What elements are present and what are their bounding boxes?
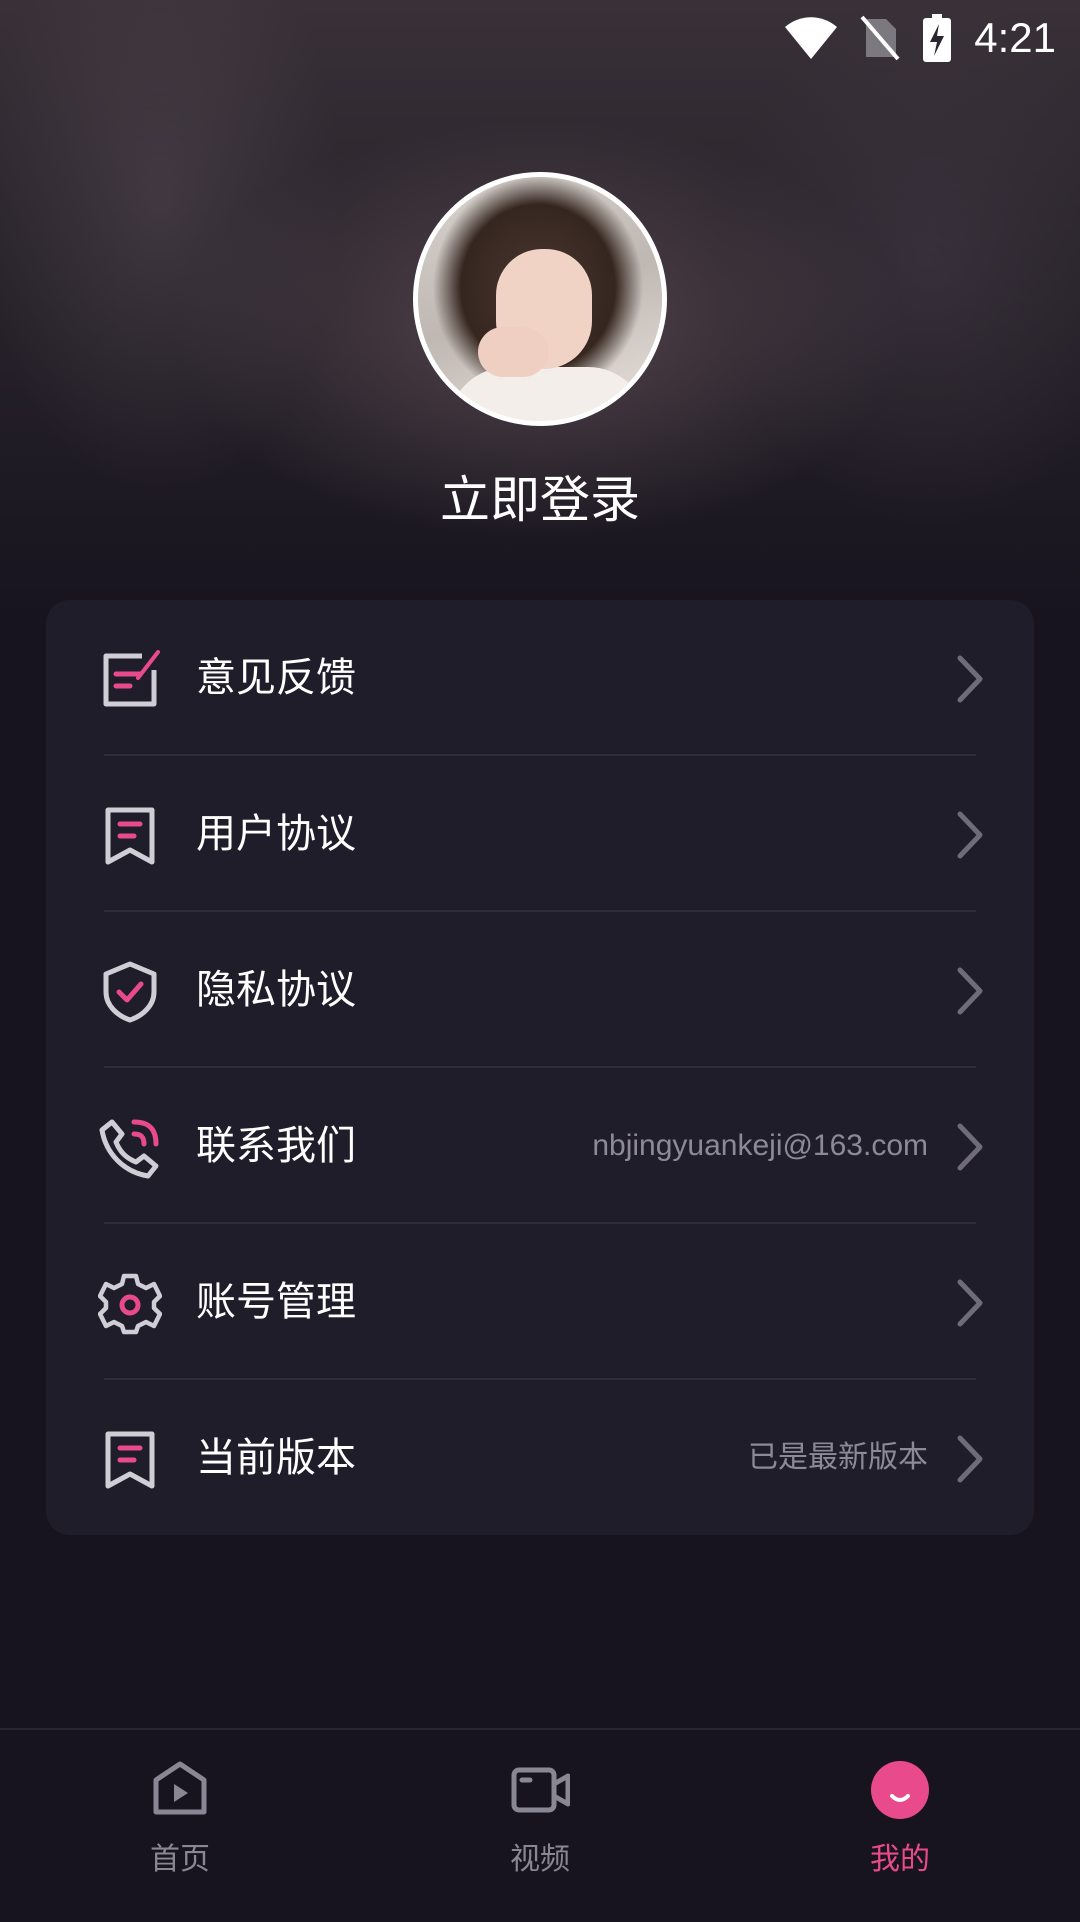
chevron-right-icon [957,1123,983,1171]
menu-item-feedback[interactable]: 意见反馈 [46,600,1034,756]
avatar[interactable] [413,172,667,426]
no-sim-icon [860,15,900,61]
menu-item-label: 隐私协议 [196,967,356,1013]
menu-item-privacy-policy[interactable]: 隐私协议 [46,912,1034,1068]
menu-item-contact-us[interactable]: 联系我们 nbjingyuankeji@163.com [46,1068,1034,1224]
tab-label: 视频 [510,1842,570,1877]
bookmark-doc-icon [105,807,155,865]
wifi-icon [785,17,838,59]
play-icon [153,1761,207,1815]
tab-video[interactable]: 视频 [360,1730,720,1920]
chevron-right-icon [957,967,983,1015]
menu-item-current-version[interactable]: 当前版本 已是最新版本 [46,1380,1034,1536]
menu-item-label: 联系我们 [196,1123,356,1169]
battery-charging-icon [923,14,952,62]
chevron-right-icon [957,1279,983,1327]
chevron-right-icon [957,655,983,703]
menu-item-user-agreement[interactable]: 用户协议 [46,756,1034,912]
chevron-right-icon [957,811,983,859]
bottom-tab-bar: 首页 视频 我的 [0,1728,1080,1922]
status-bar: 4:21 [0,0,1080,72]
phone-call-icon [99,1119,159,1179]
version-status: 已是最新版本 [748,1441,928,1474]
menu-item-account-management[interactable]: 账号管理 [46,1224,1034,1380]
tab-label: 首页 [150,1842,210,1877]
status-time: 4:21 [974,14,1056,61]
menu-item-label: 账号管理 [196,1279,356,1325]
menu-item-label: 用户协议 [196,811,356,857]
tab-home[interactable]: 首页 [0,1730,360,1920]
feedback-icon [103,650,160,707]
smile-icon [871,1761,929,1819]
login-button[interactable]: 立即登录 [0,460,1080,532]
contact-email: nbjingyuankeji@163.com [592,1129,928,1162]
gear-icon [98,1273,162,1335]
menu-item-label: 意见反馈 [196,655,356,701]
video-camera-icon [511,1767,570,1813]
tab-mine[interactable]: 我的 [720,1730,1080,1920]
shield-check-icon [103,961,157,1023]
tab-label: 我的 [870,1842,930,1877]
menu-item-label: 当前版本 [196,1435,356,1481]
settings-menu: 意见反馈 用户协议 隐私协议 联系我们 nbjingyuankeji@163.c… [46,600,1034,1535]
chevron-right-icon [957,1435,983,1483]
bookmark-doc-icon [105,1431,155,1489]
